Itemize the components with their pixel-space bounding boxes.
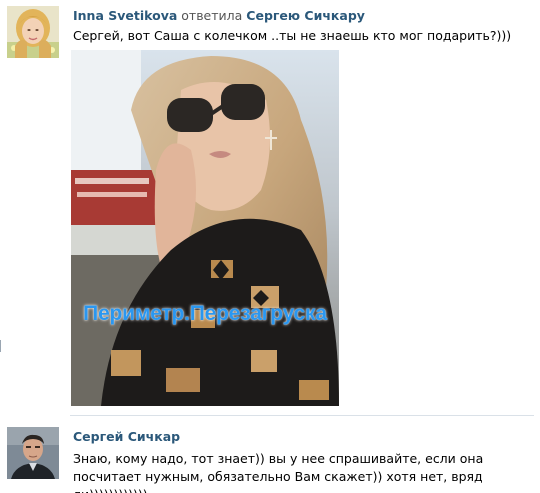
comment-header: Inna Svetikova ответила Сергею Сичкару: [73, 8, 534, 24]
reply-to-link[interactable]: Сергею Сичкару: [246, 8, 365, 23]
comments-thread: Inna Svetikova ответила Сергею Сичкару С…: [0, 0, 540, 493]
comment-inna: Inna Svetikova ответила Сергею Сичкару С…: [0, 0, 540, 415]
scroll-edge-mark: [0, 340, 3, 352]
comment-text: Знаю, кому надо, тот знает)) вы у нее сп…: [73, 451, 484, 493]
photo-watermark: Периметр.Перезагруска: [83, 302, 327, 325]
author-link[interactable]: Inna Svetikova: [73, 8, 177, 23]
comment-header: Сергей Сичкар: [73, 429, 534, 445]
avatar-inna[interactable]: [7, 6, 59, 58]
comment-body: Сергей Сичкар Знаю, кому надо, тот знает…: [73, 429, 534, 493]
comment-text: Сергей, вот Саша с колечком ..ты не знае…: [73, 28, 512, 43]
comment-sergey: Сергей Сичкар Знаю, кому надо, тот знает…: [0, 417, 540, 493]
photo-image: [71, 50, 339, 406]
comment-body: Inna Svetikova ответила Сергею Сичкару С…: [73, 8, 534, 45]
comment-divider: [70, 415, 534, 416]
reply-action-label: ответила: [181, 8, 243, 23]
attached-photo[interactable]: Периметр.Перезагруска: [71, 50, 339, 406]
author-link[interactable]: Сергей Сичкар: [73, 429, 180, 444]
avatar-sergey[interactable]: [7, 427, 59, 479]
